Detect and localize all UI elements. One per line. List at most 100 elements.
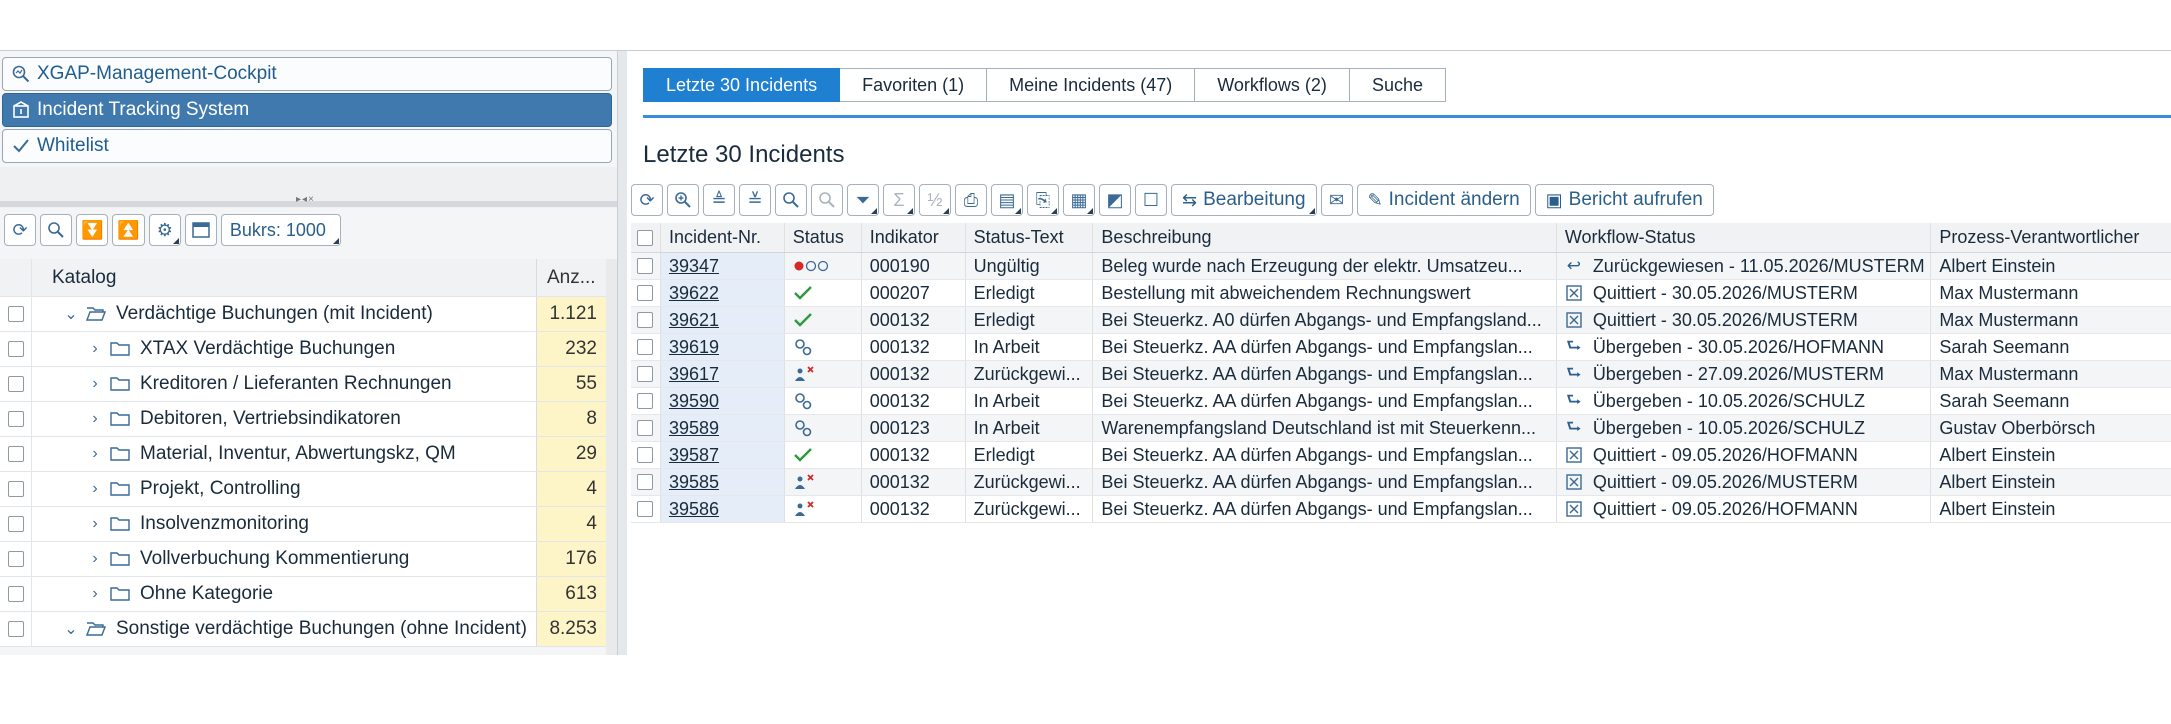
row-select-cell[interactable] bbox=[631, 469, 661, 495]
row-select-cell[interactable] bbox=[631, 307, 661, 333]
tab-letzte-30-incidents[interactable]: Letzte 30 Incidents bbox=[643, 68, 841, 102]
tree-row-select-cell[interactable] bbox=[0, 577, 32, 611]
col-header-indikator[interactable]: Indikator bbox=[862, 223, 966, 252]
tree-row-checkbox[interactable] bbox=[7, 481, 24, 497]
tree-row-checkbox[interactable] bbox=[7, 551, 24, 567]
tree-node-name-cell[interactable]: ⌄ Verdächtige Buchungen (mit Incident) bbox=[32, 297, 537, 331]
chevron-right-icon[interactable]: › bbox=[84, 445, 106, 463]
refresh-button[interactable]: ⟳ bbox=[631, 184, 663, 216]
tab-favoriten[interactable]: Favoriten (1) bbox=[840, 68, 988, 102]
tree-node-name-cell[interactable]: › Vollverbuchung Kommentierung bbox=[32, 542, 537, 576]
table-row[interactable]: 39590 000132 In Arbeit Bei Steuerkz. AA dür… bbox=[631, 388, 2171, 415]
horizontal-splitter[interactable]: ▸◂× bbox=[0, 194, 617, 207]
table-row[interactable]: 39347 000190 Ungültig Beleg wurde nach Erze… bbox=[631, 253, 2171, 280]
tree-row[interactable]: › Debitoren, Vertriebsindikatoren 8 bbox=[0, 402, 614, 437]
sort-descending-button[interactable]: ≚ bbox=[739, 184, 771, 216]
nav-incident-tracking-system[interactable]: Incident Tracking System bbox=[2, 93, 612, 127]
tree-row-checkbox[interactable] bbox=[7, 516, 24, 532]
tree-row-checkbox[interactable] bbox=[7, 376, 24, 392]
mail-button[interactable]: ✉ bbox=[1320, 184, 1353, 216]
graphic-button[interactable]: ◩ bbox=[1099, 184, 1131, 216]
col-header-status-text[interactable]: Status-Text bbox=[966, 223, 1094, 252]
row-checkbox[interactable] bbox=[637, 366, 654, 382]
tree-row-checkbox[interactable] bbox=[7, 306, 24, 322]
tab-workflows[interactable]: Workflows (2) bbox=[1195, 68, 1350, 102]
row-select-cell[interactable] bbox=[631, 280, 661, 306]
col-header-prozess-verantwortlicher[interactable]: Prozess-Verantwortlicher bbox=[1931, 223, 2171, 252]
row-checkbox[interactable] bbox=[637, 339, 654, 355]
incident-link[interactable]: 39617 bbox=[669, 364, 719, 385]
row-select-cell[interactable] bbox=[631, 442, 661, 468]
settings-menu-button[interactable]: ⚙ bbox=[148, 214, 181, 246]
row-select-cell[interactable] bbox=[631, 361, 661, 387]
incident-link[interactable]: 39585 bbox=[669, 472, 719, 493]
tree-node-name-cell[interactable]: › Kreditoren / Lieferanten Rechnungen bbox=[32, 367, 537, 401]
count-column-header[interactable]: Anz... bbox=[537, 259, 607, 296]
row-checkbox[interactable] bbox=[637, 447, 654, 463]
search-button[interactable] bbox=[40, 214, 72, 246]
select-all-checkbox[interactable] bbox=[637, 229, 654, 246]
tree-row-select-cell[interactable] bbox=[0, 472, 32, 506]
tree-node-name-cell[interactable]: › Material, Inventur, Abwertungskz, QM bbox=[32, 437, 537, 471]
table-row[interactable]: 39587 000132 Erledigt Bei Steuerkz. AA dürf… bbox=[631, 442, 2171, 469]
row-select-cell[interactable] bbox=[631, 415, 661, 441]
chevron-right-icon[interactable]: › bbox=[84, 410, 106, 428]
tree-row[interactable]: › Insolvenzmonitoring 4 bbox=[0, 507, 614, 542]
vertical-splitter[interactable] bbox=[617, 51, 627, 655]
tree-node-name-cell[interactable]: ⌄ Sonstige verdächtige Buchungen (ohne In… bbox=[32, 612, 537, 646]
tree-row-checkbox[interactable] bbox=[7, 446, 24, 462]
collapse-all-button[interactable]: ⏫ bbox=[112, 214, 145, 246]
chevron-right-icon[interactable]: › bbox=[84, 585, 106, 603]
find-button[interactable] bbox=[775, 184, 807, 216]
tree-row[interactable]: › XTAX Verdächtige Buchungen 232 bbox=[0, 332, 614, 367]
chevron-right-icon[interactable]: › bbox=[84, 340, 106, 358]
bericht-aufrufen-button[interactable]: ▣ Bericht aufrufen bbox=[1534, 184, 1714, 216]
incident-link[interactable]: 39587 bbox=[669, 445, 719, 466]
layout-button[interactable] bbox=[184, 214, 217, 246]
tree-row[interactable]: › Ohne Kategorie 613 bbox=[0, 577, 614, 612]
incident-link[interactable]: 39589 bbox=[669, 418, 719, 439]
sort-ascending-button[interactable]: ≜ bbox=[703, 184, 735, 216]
row-select-cell[interactable] bbox=[631, 388, 661, 414]
sum-button[interactable]: Σ bbox=[883, 184, 915, 216]
col-header-incident-nr[interactable]: Incident-Nr. bbox=[660, 223, 785, 252]
bearbeitung-menu-button[interactable]: ⇆ Bearbeitung bbox=[1171, 184, 1317, 216]
catalog-column-header[interactable]: Katalog bbox=[32, 259, 537, 296]
incident-link[interactable]: 39619 bbox=[669, 337, 719, 358]
row-checkbox[interactable] bbox=[637, 285, 654, 301]
details-button[interactable] bbox=[667, 184, 699, 216]
table-row[interactable]: 39585 000132 Zurückgewi... Bei Steuerkz. AA… bbox=[631, 469, 2171, 496]
row-checkbox[interactable] bbox=[637, 501, 654, 517]
chevron-down-icon[interactable]: ⌄ bbox=[60, 304, 82, 324]
info-button[interactable]: ☐ bbox=[1135, 184, 1167, 216]
col-header-beschreibung[interactable]: Beschreibung bbox=[1093, 223, 1557, 252]
print-button[interactable]: ⎙ bbox=[955, 184, 987, 216]
table-row[interactable]: 39622 000207 Erledigt Bestellung mit abweic… bbox=[631, 280, 2171, 307]
chevron-right-icon[interactable]: › bbox=[84, 480, 106, 498]
expand-all-button[interactable]: ⏬ bbox=[76, 214, 109, 246]
tree-row-select-cell[interactable] bbox=[0, 332, 32, 366]
refresh-button[interactable]: ⟳ bbox=[4, 214, 36, 246]
tree-node-name-cell[interactable]: › XTAX Verdächtige Buchungen bbox=[32, 332, 537, 366]
tree-row[interactable]: › Kreditoren / Lieferanten Rechnungen 55 bbox=[0, 367, 614, 402]
tree-row[interactable]: › Vollverbuchung Kommentierung 176 bbox=[0, 542, 614, 577]
tree-row-select-cell[interactable] bbox=[0, 437, 32, 471]
tree-row-select-cell[interactable] bbox=[0, 297, 32, 331]
tree-node-name-cell[interactable]: › Insolvenzmonitoring bbox=[32, 507, 537, 541]
incident-link[interactable]: 39621 bbox=[669, 310, 719, 331]
table-row[interactable]: 39619 000132 In Arbeit Bei Steuerkz. AA dür… bbox=[631, 334, 2171, 361]
table-row[interactable]: 39589 000123 In Arbeit Warenempfangsland De… bbox=[631, 415, 2171, 442]
tree-row[interactable]: ⌄ Verdächtige Buchungen (mit Incident) 1.1… bbox=[0, 297, 614, 332]
chevron-down-icon[interactable]: ⌄ bbox=[60, 619, 82, 639]
incident-link[interactable]: 39347 bbox=[669, 256, 719, 277]
tree-row-select-cell[interactable] bbox=[0, 367, 32, 401]
table-row[interactable]: 39617 000132 Zurückgewi... Bei Steuerkz. AA… bbox=[631, 361, 2171, 388]
nav-xgap-management-cockpit[interactable]: XGAP-Management-Cockpit bbox=[2, 57, 612, 91]
col-header-status[interactable]: Status bbox=[785, 223, 862, 252]
tree-row[interactable]: › Projekt, Controlling 4 bbox=[0, 472, 614, 507]
tree-row-checkbox[interactable] bbox=[7, 586, 24, 602]
table-row[interactable]: 39586 000132 Zurückgewi... Bei Steuerkz. AA… bbox=[631, 496, 2171, 523]
filter-button[interactable]: ⏷ bbox=[847, 184, 879, 216]
row-checkbox[interactable] bbox=[637, 393, 654, 409]
chevron-right-icon[interactable]: › bbox=[84, 515, 106, 533]
